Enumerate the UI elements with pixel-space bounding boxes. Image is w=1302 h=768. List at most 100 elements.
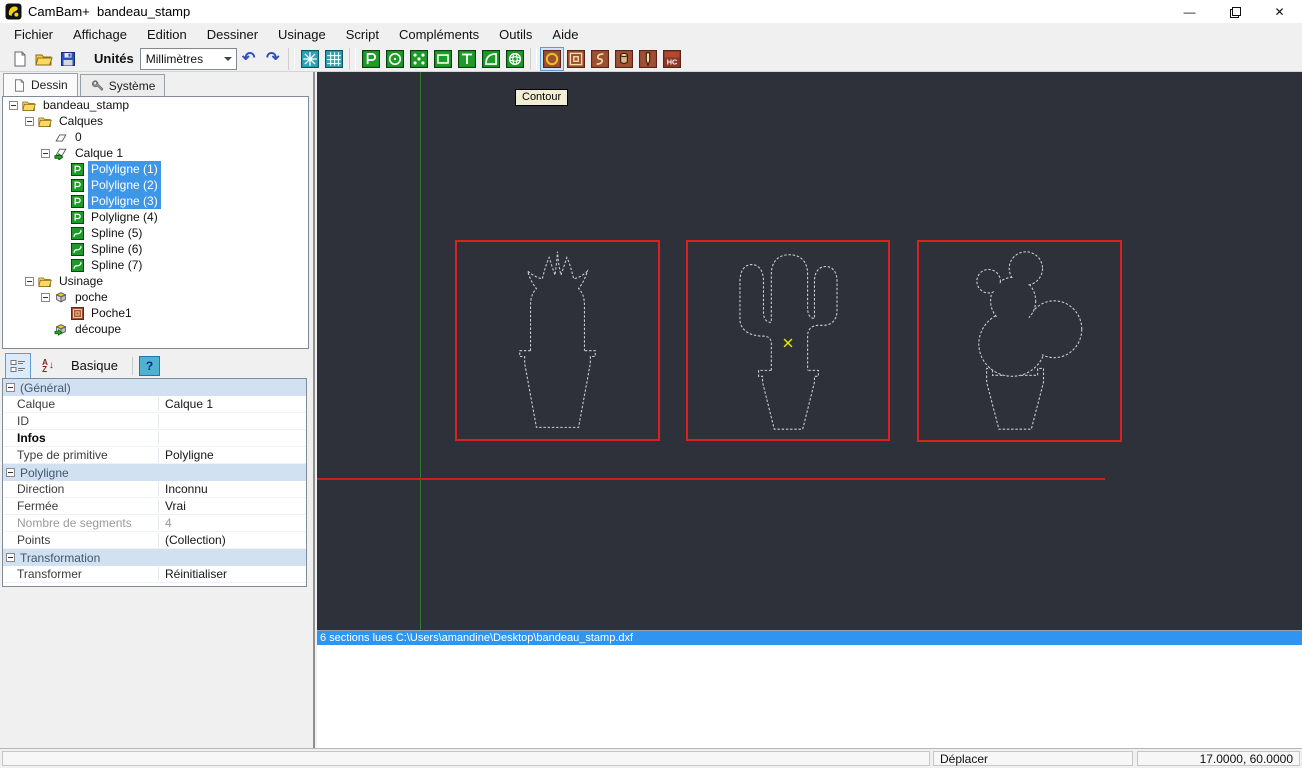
tree-item-polyligne-4[interactable]: Polyligne (4) [88,209,161,225]
show-grid-button[interactable] [322,47,346,71]
tree-expander[interactable] [41,148,50,158]
tree-item-decoupe[interactable]: découpe [72,321,124,337]
mop-heightmap-button[interactable]: HC [660,47,684,71]
help-button[interactable]: ? [138,355,160,376]
category-collapse-icon[interactable] [6,383,15,392]
panel-splitter[interactable] [310,72,317,748]
draw-rectangle-button[interactable] [431,47,455,71]
tree-item-calque-1[interactable]: Calque 1 [72,145,126,161]
d-rect-icon [433,49,452,68]
tree-item-bandeau-stamp[interactable]: bandeau_stamp [40,97,132,113]
menu-fichier[interactable]: Fichier [4,24,63,45]
mop-profile-button[interactable] [636,47,660,71]
minimize-button[interactable]: — [1167,0,1212,23]
tab-dessin[interactable]: Dessin [3,73,78,96]
close-button[interactable]: ✕ [1257,0,1302,23]
combobox-arrow-icon[interactable] [221,49,236,69]
menu-aide[interactable]: Aide [542,24,588,45]
wrench-icon [90,79,104,93]
menu-edition[interactable]: Edition [137,24,197,45]
mop-engrave-button[interactable] [588,47,612,71]
open-file-button[interactable] [32,47,56,71]
prop-category-transformation[interactable]: Transformation [3,549,306,566]
tree-item-spline-6[interactable]: Spline (6) [88,241,145,257]
snap-points-button[interactable] [298,47,322,71]
selection-rect-1[interactable] [455,240,660,441]
grid-icon [324,49,343,68]
tree-row: Spline (5) [3,225,308,241]
tree-row: Polyligne (3) [3,193,308,209]
mop-contour-button[interactable] [539,46,564,71]
menu-script[interactable]: Script [336,24,389,45]
draw-points-button[interactable] [407,47,431,71]
d-text-icon [457,49,476,68]
tree-row: 0 [3,129,308,145]
prop-category-polyligne[interactable]: Polyligne [3,464,306,481]
alphabetical-sort-button[interactable]: A Z ↓ [35,353,61,379]
selection-rect-2[interactable] [686,240,890,441]
tree-item-calques[interactable]: Calques [56,113,106,129]
drawing-tree[interactable]: bandeau_stamp Calques 0 Calque 1 Polyligne (… [2,96,309,349]
tree-expander[interactable] [41,292,50,302]
tree-expander[interactable] [25,276,34,286]
prop-category-label: (Général) [20,380,71,395]
tree-item-usinage[interactable]: Usinage [56,273,106,289]
draw-polyline-button[interactable] [359,47,383,71]
mop-pocket-button[interactable] [564,47,588,71]
selection-rect-3[interactable] [917,240,1122,442]
tab-label: Système [108,78,156,93]
tab-systeme[interactable]: Système [79,74,166,96]
tab-label: Dessin [31,78,68,92]
draw-circle-button[interactable] [383,47,407,71]
tree-expander[interactable] [25,116,34,126]
prop-category-general[interactable]: (Général) [3,379,306,396]
prop-row-transformer[interactable]: Transformer Réinitialiser [3,566,306,583]
prop-row-nombre-de-segments[interactable]: Nombre de segments 4 [3,515,306,532]
tree-item-polyligne-2[interactable]: Polyligne (2) [88,177,161,193]
redo-button[interactable]: ↷ [261,47,285,71]
draw-surface-button[interactable] [479,47,503,71]
draw-mesh-button[interactable] [503,47,527,71]
prop-row-type-de-primitive[interactable]: Type de primitive Polyligne [3,447,306,464]
prop-row-calque[interactable]: Calque Calque 1 [3,396,306,413]
prop-row-fermee[interactable]: Fermée Vrai [3,498,306,515]
draw-text-button[interactable] [455,47,479,71]
save-file-button[interactable] [56,47,80,71]
cambam-window: { "window": { "app_title": "CamBam+ band… [0,0,1302,768]
units-combobox[interactable]: Millimètres [139,47,237,70]
undo-button[interactable]: ↶ [237,47,261,71]
prop-row-infos[interactable]: Infos [3,430,306,447]
basique-button[interactable]: Basique [71,358,118,373]
tree-item-polyligne-3[interactable]: Polyligne (3) [88,193,161,209]
menu-usinage[interactable]: Usinage [268,24,336,45]
cactus-1-outline[interactable] [457,242,658,439]
prop-value: (Collection) [165,533,226,547]
drawing-canvas[interactable]: Contour [317,72,1302,630]
category-collapse-icon[interactable] [6,553,15,562]
menu-outils[interactable]: Outils [489,24,542,45]
new-file-button[interactable] [8,47,32,71]
category-collapse-icon[interactable] [6,468,15,477]
mop-drill-button[interactable] [612,47,636,71]
prop-row-points[interactable]: Points (Collection) [3,532,306,549]
prop-row-id[interactable]: ID [3,413,306,430]
cactus-3-outline[interactable] [919,242,1120,440]
tree-item-spline-7[interactable]: Spline (7) [88,257,145,273]
categorized-view-button[interactable] [5,352,31,379]
tree-item-poche[interactable]: poche [72,289,111,305]
cactus-2-outline[interactable] [688,242,888,439]
tree-expander[interactable] [9,100,18,110]
restore-button[interactable] [1212,0,1257,23]
tree-item-0[interactable]: 0 [72,129,85,145]
tree-item-spline-5[interactable]: Spline (5) [88,225,145,241]
m-engrave-icon [590,49,609,68]
tree-item-poche1[interactable]: Poche1 [88,305,135,321]
log-line[interactable]: 6 sections lues C:\Users\amandine\Deskto… [317,630,1302,645]
menu-affichage[interactable]: Affichage [63,24,137,45]
spline-icon [70,226,84,240]
menu-complements[interactable]: Compléments [389,24,489,45]
menu-dessiner[interactable]: Dessiner [197,24,268,45]
tree-item-polyligne-1[interactable]: Polyligne (1) [88,161,161,177]
prop-name: Transformer [3,567,159,581]
prop-row-direction[interactable]: Direction Inconnu [3,481,306,498]
